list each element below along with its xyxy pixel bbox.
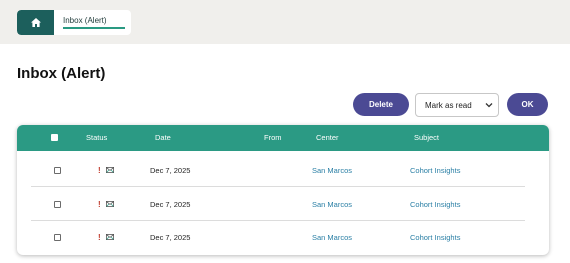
delete-button[interactable]: Delete <box>353 93 409 116</box>
table-row[interactable]: ! Dec 7, 2025 San Marcos Cohort Insights <box>17 221 549 255</box>
row-subject-link[interactable]: Cohort Insights <box>410 233 460 242</box>
row-subject-link[interactable]: Cohort Insights <box>410 200 460 209</box>
row-center-link[interactable]: San Marcos <box>312 233 352 242</box>
envelope-icon <box>106 234 114 240</box>
priority-icon: ! <box>98 233 101 242</box>
breadcrumb-active-indicator <box>63 27 125 29</box>
breadcrumb: Inbox (Alert) <box>17 10 131 35</box>
priority-icon: ! <box>98 200 101 209</box>
row-checkbox[interactable] <box>54 167 61 174</box>
inbox-table: Status Date From Center Subject ! Dec 7,… <box>17 125 549 255</box>
breadcrumb-current[interactable]: Inbox (Alert) <box>63 16 107 25</box>
select-all-checkbox[interactable] <box>51 134 58 141</box>
row-checkbox[interactable] <box>54 234 61 241</box>
home-button[interactable] <box>17 10 54 35</box>
bulk-action-select[interactable]: Mark as read <box>415 93 499 117</box>
row-center-link[interactable]: San Marcos <box>312 200 352 209</box>
row-checkbox[interactable] <box>54 201 61 208</box>
table-row[interactable]: ! Dec 7, 2025 San Marcos Cohort Insights <box>17 153 549 187</box>
column-header-center[interactable]: Center <box>316 133 339 142</box>
row-date: Dec 7, 2025 <box>150 200 191 209</box>
bulk-action-select-value: Mark as read <box>425 100 472 110</box>
column-header-subject[interactable]: Subject <box>414 133 439 142</box>
envelope-icon <box>106 167 114 173</box>
ok-button[interactable]: OK <box>507 93 548 116</box>
chevron-down-icon <box>485 103 493 108</box>
table-row[interactable]: ! Dec 7, 2025 San Marcos Cohort Insights <box>17 187 549 221</box>
column-header-date[interactable]: Date <box>155 133 171 142</box>
table-header: Status Date From Center Subject <box>17 125 549 151</box>
row-subject-link[interactable]: Cohort Insights <box>410 166 460 175</box>
top-bar: Inbox (Alert) <box>0 0 570 44</box>
priority-icon: ! <box>98 166 101 175</box>
column-header-from[interactable]: From <box>264 133 282 142</box>
row-center-link[interactable]: San Marcos <box>312 166 352 175</box>
column-header-status[interactable]: Status <box>86 133 107 142</box>
page-title: Inbox (Alert) <box>17 65 106 82</box>
envelope-icon <box>106 201 114 207</box>
row-date: Dec 7, 2025 <box>150 166 191 175</box>
row-date: Dec 7, 2025 <box>150 233 191 242</box>
home-icon <box>30 18 41 27</box>
